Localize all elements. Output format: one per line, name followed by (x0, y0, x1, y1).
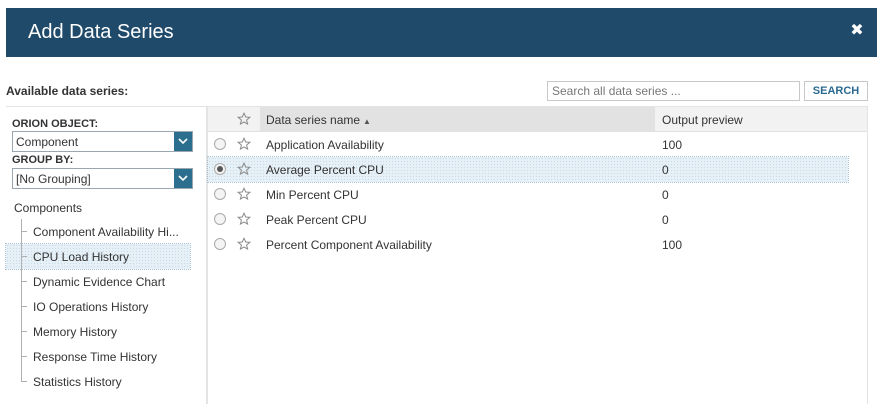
tree-item-label: CPU Load History (33, 250, 130, 264)
row-radio[interactable] (214, 138, 226, 150)
row-output: 0 (662, 163, 669, 177)
chevron-down-icon (174, 132, 192, 151)
row-name: Percent Component Availability (266, 238, 432, 252)
table-row[interactable]: Peak Percent CPU 0 (208, 207, 848, 232)
tree-item-component-availability-history[interactable]: Component Availability Hi... (6, 219, 190, 244)
row-output: 100 (662, 138, 683, 152)
tree-connector (21, 356, 27, 357)
tree-item-label: Memory History (33, 325, 118, 339)
row-name: Peak Percent CPU (266, 213, 367, 227)
data-series-grid: Data series name ▲ Output preview Applica… (207, 106, 868, 404)
tree-root-components[interactable]: Components (14, 201, 82, 215)
column-header-name[interactable]: Data series name ▲ (260, 107, 655, 132)
star-icon[interactable] (236, 211, 252, 229)
tree-item-statistics-history[interactable]: Statistics History (6, 369, 190, 394)
row-radio[interactable] (214, 213, 226, 225)
tree-connector (21, 231, 27, 232)
table-row[interactable]: Average Percent CPU 0 (207, 156, 849, 183)
table-row[interactable]: Percent Component Availability 100 (208, 232, 848, 257)
row-output: 0 (662, 188, 669, 202)
search-input[interactable] (547, 81, 800, 101)
tree-item-label: Statistics History (33, 375, 122, 389)
orion-object-value: Component (16, 135, 79, 149)
row-output: 100 (662, 238, 683, 252)
chevron-down-icon (174, 169, 192, 188)
tree-item-label: Dynamic Evidence Chart (33, 275, 166, 289)
left-panel: ORION OBJECT: Component GROUP BY: [No Gr… (5, 106, 206, 404)
sort-ascending-icon: ▲ (363, 117, 371, 126)
star-icon[interactable] (236, 161, 252, 179)
row-radio[interactable] (214, 188, 226, 200)
group-by-select[interactable]: [No Grouping] (12, 168, 193, 189)
tree-item-memory-history[interactable]: Memory History (6, 319, 190, 344)
tree-item-label: Response Time History (33, 350, 158, 364)
star-icon[interactable] (236, 186, 252, 204)
grid-header: Data series name ▲ Output preview (208, 107, 867, 132)
row-radio[interactable] (214, 238, 226, 250)
table-row[interactable]: Min Percent CPU 0 (208, 182, 848, 207)
tree-item-dynamic-evidence-chart[interactable]: Dynamic Evidence Chart (6, 269, 190, 294)
close-icon[interactable]: ✖ (849, 23, 865, 39)
tree-connector (21, 281, 27, 282)
tree-item-label: Component Availability Hi... (33, 225, 179, 239)
tree-item-response-time-history[interactable]: Response Time History (6, 344, 190, 369)
star-icon[interactable] (236, 136, 252, 154)
row-name: Average Percent CPU (266, 163, 384, 177)
dialog-header: Add Data Series ✖ (6, 8, 877, 57)
star-icon[interactable] (236, 111, 252, 129)
row-name: Min Percent CPU (266, 188, 359, 202)
group-by-value: [No Grouping] (16, 172, 91, 186)
tree-connector (21, 381, 27, 382)
tree-item-io-operations-history[interactable]: IO Operations History (6, 294, 190, 319)
column-header-name-label: Data series name (266, 113, 361, 127)
tree-connector (21, 331, 27, 332)
group-by-label: GROUP BY: (12, 154, 74, 166)
row-name: Application Availability (266, 138, 384, 152)
available-data-series-label: Available data series: (6, 84, 129, 98)
orion-object-select[interactable]: Component (12, 131, 193, 152)
row-output: 0 (662, 213, 669, 227)
star-icon[interactable] (236, 236, 252, 254)
search-button[interactable]: SEARCH (804, 81, 868, 101)
tree-item-cpu-load-history[interactable]: CPU Load History (5, 243, 191, 270)
tree-item-label: IO Operations History (33, 300, 149, 314)
table-row[interactable]: Application Availability 100 (208, 132, 848, 157)
tree-connector (21, 256, 27, 257)
tree-connector (21, 306, 27, 307)
row-radio[interactable] (214, 163, 226, 175)
column-header-output[interactable]: Output preview (662, 113, 743, 127)
dialog-title: Add Data Series (28, 21, 174, 43)
orion-object-label: ORION OBJECT: (12, 118, 99, 130)
